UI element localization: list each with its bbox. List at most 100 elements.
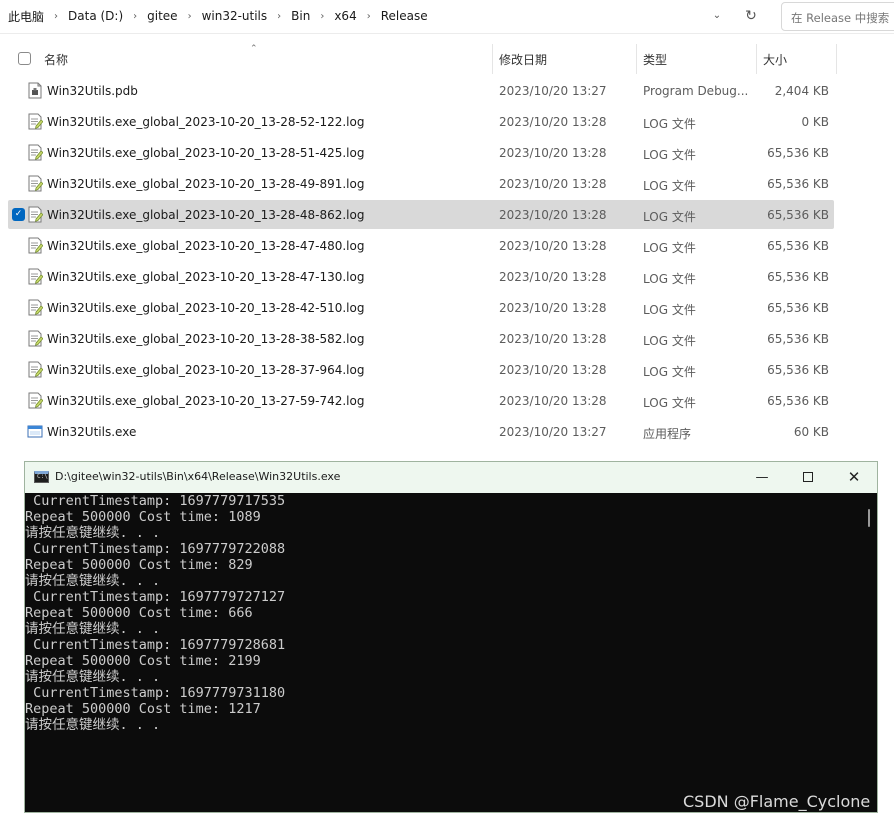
file-row[interactable]: Win32Utils.exe_global_2023-10-20_13-28-4… <box>0 231 894 262</box>
file-name: Win32Utils.exe_global_2023-10-20_13-28-4… <box>47 177 365 191</box>
file-size: 65,536 KB <box>767 177 829 191</box>
console-line: CurrentTimestamp: 1697779727127 <box>25 589 286 605</box>
console-window[interactable]: C:\ D:\gitee\win32-utils\Bin\x64\Release… <box>24 461 878 813</box>
console-line: Repeat 500000 Cost time: 2199 <box>25 653 261 669</box>
console-titlebar[interactable]: C:\ D:\gitee\win32-utils\Bin\x64\Release… <box>25 462 877 493</box>
breadcrumb-gitee[interactable]: gitee <box>147 9 177 23</box>
address-bar[interactable]: 此电脑 › Data (D:) › gitee › win32-utils › … <box>0 0 894 34</box>
pdb-file-icon <box>27 82 43 99</box>
file-date: 2023/10/20 13:28 <box>499 394 607 408</box>
console-line: 请按任意键继续. . . <box>25 669 161 685</box>
file-row[interactable]: Win32Utils.exe_global_2023-10-20_13-28-3… <box>0 355 894 386</box>
log-file-icon <box>27 237 44 254</box>
minimize-button[interactable]: — <box>739 462 785 493</box>
file-size: 0 KB <box>801 115 829 129</box>
maximize-button[interactable] <box>785 462 831 493</box>
column-size[interactable]: 大小 <box>763 51 787 68</box>
breadcrumb-release[interactable]: Release <box>381 9 428 23</box>
column-header: ⌃ 名称 修改日期 类型 大小 <box>0 44 894 74</box>
console-line: CurrentTimestamp: 1697779731180 <box>25 685 286 701</box>
file-row[interactable]: Win32Utils.exe_global_2023-10-20_13-27-5… <box>0 386 894 417</box>
file-date: 2023/10/20 13:28 <box>499 208 607 222</box>
file-type: Program Debug... <box>643 84 749 98</box>
search-input[interactable]: 在 Release 中搜索 <box>791 10 889 26</box>
file-row[interactable]: Win32Utils.exe_global_2023-10-20_13-28-5… <box>0 138 894 169</box>
file-size: 65,536 KB <box>767 363 829 377</box>
chevron-right-icon[interactable]: › <box>133 11 137 22</box>
close-button[interactable]: ✕ <box>831 462 877 493</box>
file-size: 65,536 KB <box>767 270 829 284</box>
file-row[interactable]: Win32Utils.exe_global_2023-10-20_13-28-5… <box>0 107 894 138</box>
chevron-down-icon[interactable]: ⌄ <box>708 7 726 25</box>
file-type: LOG 文件 <box>643 396 696 410</box>
file-row[interactable]: Win32Utils.exe 2023/10/20 13:27 应用程序 60 KB <box>0 417 894 448</box>
console-scrollbar[interactable] <box>861 493 877 812</box>
file-row[interactable]: Win32Utils.exe_global_2023-10-20_13-28-4… <box>0 293 894 324</box>
maximize-icon <box>803 471 813 482</box>
file-row[interactable]: ✓ Win32Utils.exe_global_2023-10-20_13-28-… <box>0 200 894 231</box>
file-row[interactable]: Win32Utils.pdb 2023/10/20 13:27 Program De… <box>0 76 894 107</box>
log-file-icon <box>27 206 44 223</box>
log-file-icon <box>27 392 44 409</box>
console-line: 请按任意键继续. . . <box>25 573 161 589</box>
refresh-icon[interactable]: ↻ <box>742 7 760 25</box>
file-date: 2023/10/20 13:28 <box>499 363 607 377</box>
console-app-icon: C:\ <box>34 471 49 483</box>
log-file-icon <box>27 330 44 347</box>
breadcrumb-bin[interactable]: Bin <box>291 9 310 23</box>
chevron-right-icon[interactable]: › <box>188 11 192 22</box>
file-type: LOG 文件 <box>643 365 696 379</box>
file-type: LOG 文件 <box>643 179 696 193</box>
file-row[interactable]: Win32Utils.exe_global_2023-10-20_13-28-3… <box>0 324 894 355</box>
file-date: 2023/10/20 13:27 <box>499 84 607 98</box>
file-row[interactable]: Win32Utils.exe_global_2023-10-20_13-28-4… <box>0 169 894 200</box>
log-file-icon <box>27 113 44 130</box>
log-file-icon <box>27 175 44 192</box>
column-divider[interactable] <box>836 44 837 74</box>
file-type: 应用程序 <box>643 427 692 441</box>
file-row[interactable]: Win32Utils.exe_global_2023-10-20_13-28-4… <box>0 262 894 293</box>
search-box[interactable]: 在 Release 中搜索 <box>781 2 894 31</box>
file-type: LOG 文件 <box>643 241 696 255</box>
column-divider[interactable] <box>636 44 637 74</box>
log-file-icon <box>27 361 44 378</box>
column-type[interactable]: 类型 <box>643 51 667 68</box>
file-list: Win32Utils.pdb 2023/10/20 13:27 Program De… <box>0 76 894 448</box>
breadcrumb-data-drive[interactable]: Data (D:) <box>68 9 123 23</box>
chevron-right-icon[interactable]: › <box>320 11 324 22</box>
exe-file-icon <box>27 423 43 440</box>
file-name: Win32Utils.exe_global_2023-10-20_13-28-5… <box>47 115 365 129</box>
breadcrumb-this-pc[interactable]: 此电脑 <box>8 8 44 25</box>
chevron-right-icon[interactable]: › <box>54 11 58 22</box>
file-name: Win32Utils.exe_global_2023-10-20_13-27-5… <box>47 394 365 408</box>
file-type: LOG 文件 <box>643 334 696 348</box>
file-date: 2023/10/20 13:28 <box>499 146 607 160</box>
console-title: D:\gitee\win32-utils\Bin\x64\Release\Win… <box>55 470 341 483</box>
file-name: Win32Utils.exe_global_2023-10-20_13-28-4… <box>47 301 365 315</box>
file-size: 65,536 KB <box>767 332 829 346</box>
file-name: Win32Utils.exe_global_2023-10-20_13-28-3… <box>47 332 365 346</box>
file-size: 65,536 KB <box>767 208 829 222</box>
column-date-modified[interactable]: 修改日期 <box>499 51 547 68</box>
console-line: Repeat 500000 Cost time: 666 <box>25 605 253 621</box>
file-date: 2023/10/20 13:28 <box>499 301 607 315</box>
column-divider[interactable] <box>756 44 757 74</box>
chevron-right-icon[interactable]: › <box>367 11 371 22</box>
select-all-checkbox[interactable] <box>18 52 31 65</box>
row-checkbox[interactable]: ✓ <box>12 208 25 221</box>
file-date: 2023/10/20 13:28 <box>499 239 607 253</box>
file-size: 65,536 KB <box>767 301 829 315</box>
file-name: Win32Utils.exe_global_2023-10-20_13-28-4… <box>47 270 365 284</box>
breadcrumb-x64[interactable]: x64 <box>334 9 356 23</box>
column-name[interactable]: 名称 <box>44 51 68 68</box>
console-output[interactable]: CurrentTimestamp: 1697779717535 Repeat 50… <box>25 493 859 812</box>
column-divider[interactable] <box>492 44 493 74</box>
console-line: Repeat 500000 Cost time: 829 <box>25 557 253 573</box>
file-name: Win32Utils.exe_global_2023-10-20_13-28-4… <box>47 239 365 253</box>
breadcrumb-win32-utils[interactable]: win32-utils <box>202 9 268 23</box>
log-file-icon <box>27 268 44 285</box>
scrollbar-thumb[interactable] <box>868 509 870 527</box>
chevron-right-icon[interactable]: › <box>277 11 281 22</box>
console-line: 请按任意键继续. . . <box>25 717 161 733</box>
console-line: Repeat 500000 Cost time: 1089 <box>25 509 261 525</box>
